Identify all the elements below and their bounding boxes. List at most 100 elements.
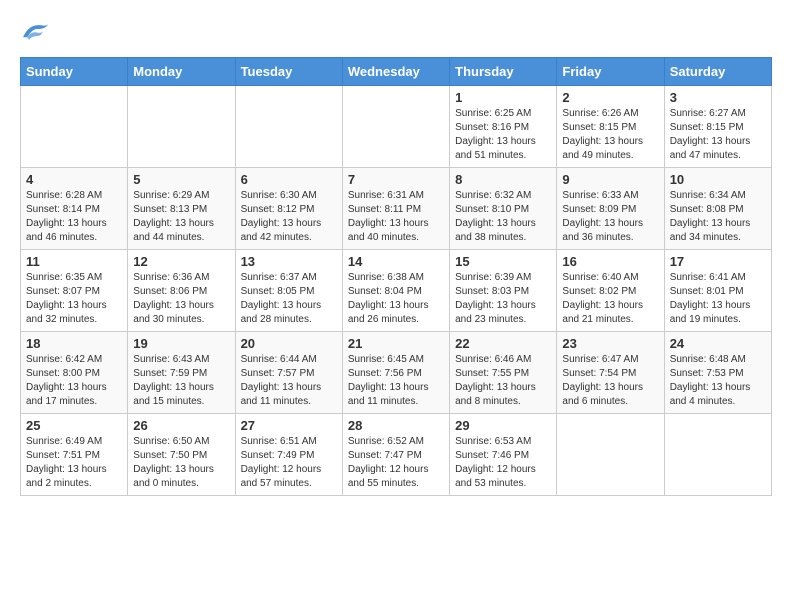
day-number: 12 bbox=[133, 254, 229, 269]
calendar-cell: 2 Sunrise: 6:26 AM Sunset: 8:15 PM Daylig… bbox=[557, 86, 664, 168]
calendar-cell: 20 Sunrise: 6:44 AM Sunset: 7:57 PM Dayli… bbox=[235, 332, 342, 414]
calendar-week-row: 18 Sunrise: 6:42 AM Sunset: 8:00 PM Dayli… bbox=[21, 332, 772, 414]
calendar-week-row: 25 Sunrise: 6:49 AM Sunset: 7:51 PM Dayli… bbox=[21, 414, 772, 496]
calendar-cell: 8 Sunrise: 6:32 AM Sunset: 8:10 PM Daylig… bbox=[450, 168, 557, 250]
calendar-week-row: 1 Sunrise: 6:25 AM Sunset: 8:16 PM Daylig… bbox=[21, 86, 772, 168]
day-number: 28 bbox=[348, 418, 444, 433]
calendar-cell bbox=[128, 86, 235, 168]
day-number: 8 bbox=[455, 172, 551, 187]
day-info: Sunrise: 6:29 AM Sunset: 8:13 PM Dayligh… bbox=[133, 189, 229, 245]
weekday-header-row: SundayMondayTuesdayWednesdayThursdayFrid… bbox=[21, 58, 772, 86]
day-info: Sunrise: 6:42 AM Sunset: 8:00 PM Dayligh… bbox=[26, 353, 122, 409]
day-info: Sunrise: 6:26 AM Sunset: 8:15 PM Dayligh… bbox=[562, 107, 658, 163]
day-number: 5 bbox=[133, 172, 229, 187]
calendar-cell: 7 Sunrise: 6:31 AM Sunset: 8:11 PM Daylig… bbox=[342, 168, 449, 250]
calendar-cell: 22 Sunrise: 6:46 AM Sunset: 7:55 PM Dayli… bbox=[450, 332, 557, 414]
day-number: 27 bbox=[241, 418, 337, 433]
day-info: Sunrise: 6:38 AM Sunset: 8:04 PM Dayligh… bbox=[348, 271, 444, 327]
day-info: Sunrise: 6:53 AM Sunset: 7:46 PM Dayligh… bbox=[455, 435, 551, 491]
day-number: 13 bbox=[241, 254, 337, 269]
day-number: 3 bbox=[670, 90, 766, 105]
calendar-cell: 1 Sunrise: 6:25 AM Sunset: 8:16 PM Daylig… bbox=[450, 86, 557, 168]
calendar-cell: 12Sunrise: 6:36 AM Sunset: 8:06 PM Dayli… bbox=[128, 250, 235, 332]
calendar-cell: 19 Sunrise: 6:43 AM Sunset: 7:59 PM Dayli… bbox=[128, 332, 235, 414]
day-number: 16 bbox=[562, 254, 658, 269]
day-info: Sunrise: 6:44 AM Sunset: 7:57 PM Dayligh… bbox=[241, 353, 337, 409]
day-info: Sunrise: 6:31 AM Sunset: 8:11 PM Dayligh… bbox=[348, 189, 444, 245]
day-info: Sunrise: 6:33 AM Sunset: 8:09 PM Dayligh… bbox=[562, 189, 658, 245]
calendar-cell: 3 Sunrise: 6:27 AM Sunset: 8:15 PM Daylig… bbox=[664, 86, 771, 168]
calendar-cell: 15 Sunrise: 6:39 AM Sunset: 8:03 PM Dayli… bbox=[450, 250, 557, 332]
day-number: 14 bbox=[348, 254, 444, 269]
calendar-cell: 28 Sunrise: 6:52 AM Sunset: 7:47 PM Dayli… bbox=[342, 414, 449, 496]
calendar-cell: 5 Sunrise: 6:29 AM Sunset: 8:13 PM Daylig… bbox=[128, 168, 235, 250]
day-number: 7 bbox=[348, 172, 444, 187]
calendar-header: SundayMondayTuesdayWednesdayThursdayFrid… bbox=[21, 58, 772, 86]
day-number: 23 bbox=[562, 336, 658, 351]
weekday-header-thursday: Thursday bbox=[450, 58, 557, 86]
day-number: 20 bbox=[241, 336, 337, 351]
day-number: 21 bbox=[348, 336, 444, 351]
calendar-cell: 29Sunrise: 6:53 AM Sunset: 7:46 PM Dayli… bbox=[450, 414, 557, 496]
day-number: 10 bbox=[670, 172, 766, 187]
day-info: Sunrise: 6:47 AM Sunset: 7:54 PM Dayligh… bbox=[562, 353, 658, 409]
day-info: Sunrise: 6:25 AM Sunset: 8:16 PM Dayligh… bbox=[455, 107, 551, 163]
day-number: 26 bbox=[133, 418, 229, 433]
weekday-header-tuesday: Tuesday bbox=[235, 58, 342, 86]
day-info: Sunrise: 6:49 AM Sunset: 7:51 PM Dayligh… bbox=[26, 435, 122, 491]
day-number: 1 bbox=[455, 90, 551, 105]
day-number: 22 bbox=[455, 336, 551, 351]
calendar-cell: 26Sunrise: 6:50 AM Sunset: 7:50 PM Dayli… bbox=[128, 414, 235, 496]
day-number: 17 bbox=[670, 254, 766, 269]
day-info: Sunrise: 6:40 AM Sunset: 8:02 PM Dayligh… bbox=[562, 271, 658, 327]
day-info: Sunrise: 6:52 AM Sunset: 7:47 PM Dayligh… bbox=[348, 435, 444, 491]
calendar-cell: 9 Sunrise: 6:33 AM Sunset: 8:09 PM Daylig… bbox=[557, 168, 664, 250]
day-number: 24 bbox=[670, 336, 766, 351]
calendar-week-row: 11Sunrise: 6:35 AM Sunset: 8:07 PM Dayli… bbox=[21, 250, 772, 332]
logo bbox=[20, 20, 54, 47]
day-info: Sunrise: 6:45 AM Sunset: 7:56 PM Dayligh… bbox=[348, 353, 444, 409]
weekday-header-sunday: Sunday bbox=[21, 58, 128, 86]
day-info: Sunrise: 6:34 AM Sunset: 8:08 PM Dayligh… bbox=[670, 189, 766, 245]
calendar-cell: 24 Sunrise: 6:48 AM Sunset: 7:53 PM Dayli… bbox=[664, 332, 771, 414]
logo-bird-icon bbox=[20, 20, 50, 42]
page-header bbox=[20, 20, 772, 47]
day-info: Sunrise: 6:48 AM Sunset: 7:53 PM Dayligh… bbox=[670, 353, 766, 409]
weekday-header-monday: Monday bbox=[128, 58, 235, 86]
day-info: Sunrise: 6:35 AM Sunset: 8:07 PM Dayligh… bbox=[26, 271, 122, 327]
day-number: 2 bbox=[562, 90, 658, 105]
calendar-cell bbox=[664, 414, 771, 496]
day-number: 19 bbox=[133, 336, 229, 351]
calendar-cell bbox=[342, 86, 449, 168]
calendar-cell: 10 Sunrise: 6:34 AM Sunset: 8:08 PM Dayli… bbox=[664, 168, 771, 250]
calendar-cell: 25 Sunrise: 6:49 AM Sunset: 7:51 PM Dayli… bbox=[21, 414, 128, 496]
day-number: 6 bbox=[241, 172, 337, 187]
day-number: 9 bbox=[562, 172, 658, 187]
day-info: Sunrise: 6:39 AM Sunset: 8:03 PM Dayligh… bbox=[455, 271, 551, 327]
calendar-cell: 18 Sunrise: 6:42 AM Sunset: 8:00 PM Dayli… bbox=[21, 332, 128, 414]
calendar-week-row: 4Sunrise: 6:28 AM Sunset: 8:14 PM Daylig… bbox=[21, 168, 772, 250]
day-info: Sunrise: 6:32 AM Sunset: 8:10 PM Dayligh… bbox=[455, 189, 551, 245]
day-info: Sunrise: 6:41 AM Sunset: 8:01 PM Dayligh… bbox=[670, 271, 766, 327]
calendar-cell: 17 Sunrise: 6:41 AM Sunset: 8:01 PM Dayli… bbox=[664, 250, 771, 332]
calendar-cell: 16 Sunrise: 6:40 AM Sunset: 8:02 PM Dayli… bbox=[557, 250, 664, 332]
calendar-body: 1 Sunrise: 6:25 AM Sunset: 8:16 PM Daylig… bbox=[21, 86, 772, 496]
calendar-cell: 4Sunrise: 6:28 AM Sunset: 8:14 PM Daylig… bbox=[21, 168, 128, 250]
day-info: Sunrise: 6:46 AM Sunset: 7:55 PM Dayligh… bbox=[455, 353, 551, 409]
weekday-header-saturday: Saturday bbox=[664, 58, 771, 86]
calendar-cell bbox=[235, 86, 342, 168]
day-info: Sunrise: 6:30 AM Sunset: 8:12 PM Dayligh… bbox=[241, 189, 337, 245]
calendar-cell: 13Sunrise: 6:37 AM Sunset: 8:05 PM Dayli… bbox=[235, 250, 342, 332]
day-number: 18 bbox=[26, 336, 122, 351]
day-info: Sunrise: 6:28 AM Sunset: 8:14 PM Dayligh… bbox=[26, 189, 122, 245]
calendar-cell bbox=[557, 414, 664, 496]
calendar-cell: 23 Sunrise: 6:47 AM Sunset: 7:54 PM Dayli… bbox=[557, 332, 664, 414]
day-info: Sunrise: 6:43 AM Sunset: 7:59 PM Dayligh… bbox=[133, 353, 229, 409]
calendar-cell: 21 Sunrise: 6:45 AM Sunset: 7:56 PM Dayli… bbox=[342, 332, 449, 414]
day-info: Sunrise: 6:27 AM Sunset: 8:15 PM Dayligh… bbox=[670, 107, 766, 163]
calendar-cell: 14 Sunrise: 6:38 AM Sunset: 8:04 PM Dayli… bbox=[342, 250, 449, 332]
weekday-header-friday: Friday bbox=[557, 58, 664, 86]
calendar-cell: 6 Sunrise: 6:30 AM Sunset: 8:12 PM Daylig… bbox=[235, 168, 342, 250]
day-number: 25 bbox=[26, 418, 122, 433]
day-number: 15 bbox=[455, 254, 551, 269]
